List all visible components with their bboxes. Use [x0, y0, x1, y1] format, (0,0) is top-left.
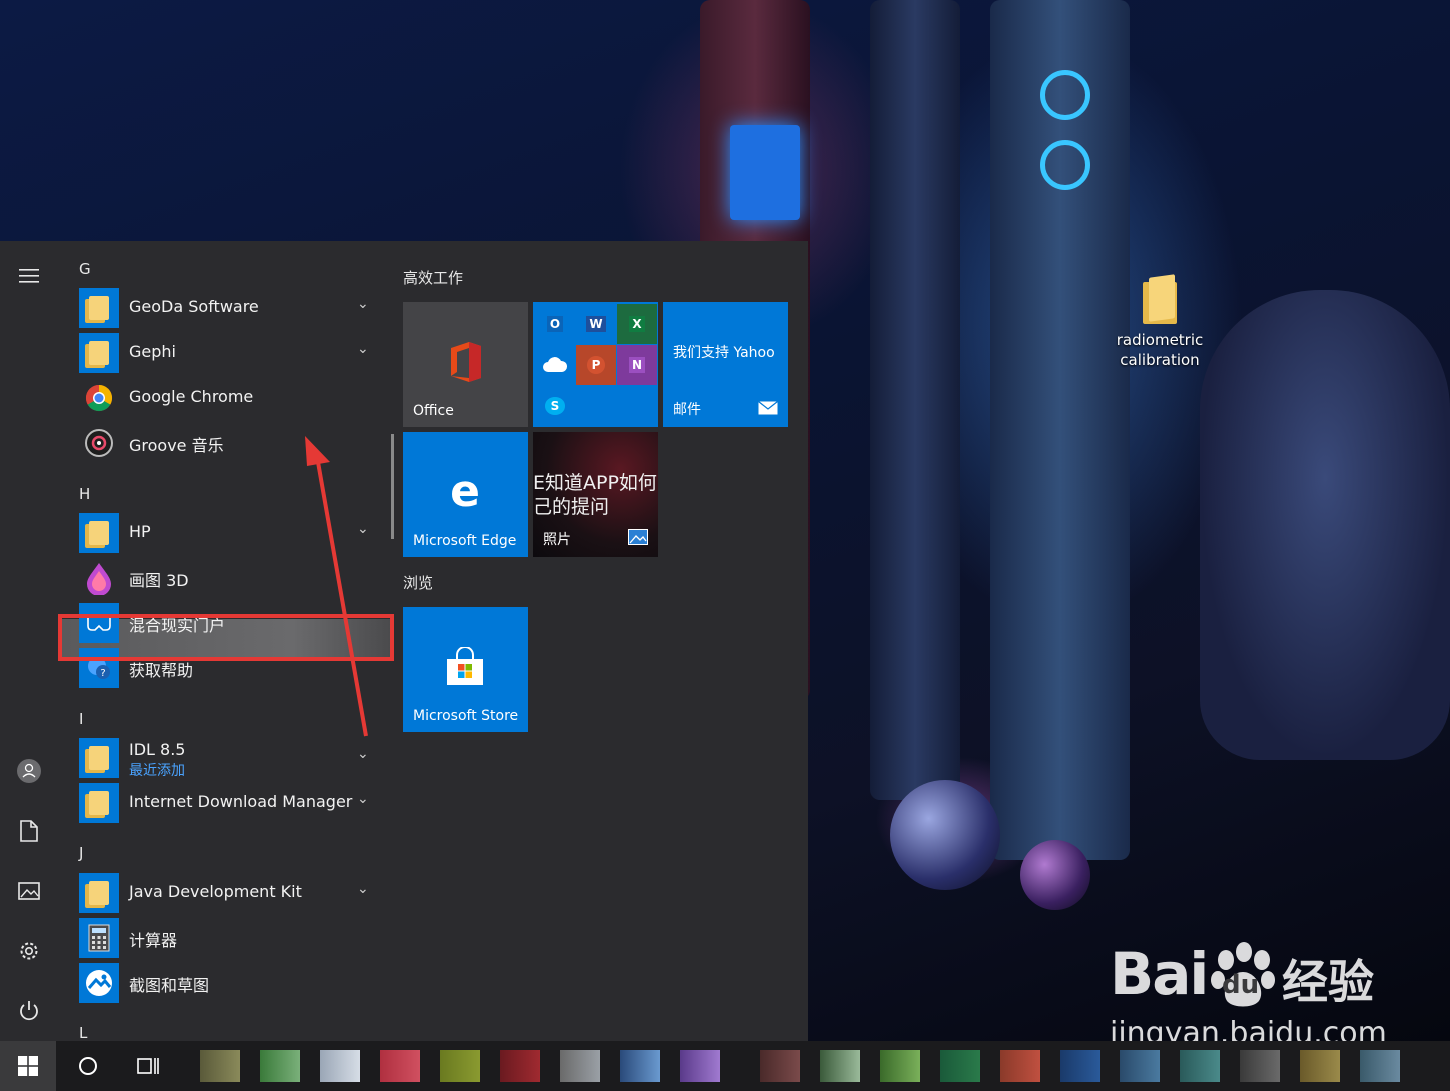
taskbar-app-pinned[interactable]	[820, 1050, 860, 1082]
taskbar-app-pinned[interactable]	[1240, 1050, 1280, 1082]
taskbar-app-pinned[interactable]	[320, 1050, 360, 1082]
taskbar-app-pinned[interactable]	[760, 1050, 800, 1082]
taskbar-app-pinned[interactable]	[620, 1050, 660, 1082]
taskbar-app-pinned[interactable]	[500, 1050, 540, 1082]
taskbar-app-pinned[interactable]	[880, 1050, 920, 1082]
annotation-arrow	[305, 436, 368, 737]
task-view-icon	[137, 1058, 159, 1074]
taskbar-app-pinned[interactable]	[1000, 1050, 1040, 1082]
taskbar-app-pinned[interactable]	[1300, 1050, 1340, 1082]
taskbar-app-pinned[interactable]	[940, 1050, 980, 1082]
watermark-brand: Bai	[1110, 940, 1209, 1008]
taskbar-app-pinned[interactable]	[440, 1050, 480, 1082]
taskbar-app-pinned[interactable]	[1180, 1050, 1220, 1082]
taskbar-app-pinned[interactable]	[1120, 1050, 1160, 1082]
taskbar-app-pinned[interactable]	[380, 1050, 420, 1082]
windows-logo-icon	[18, 1056, 38, 1076]
task-view-button[interactable]	[120, 1041, 176, 1091]
taskbar-app-pinned[interactable]	[560, 1050, 600, 1082]
taskbar-app-pinned[interactable]	[1360, 1050, 1400, 1082]
watermark-brand-du: du	[1222, 970, 1260, 1000]
taskbar-app-pinned[interactable]	[200, 1050, 240, 1082]
taskbar	[0, 1041, 1450, 1091]
taskbar-app-pinned[interactable]	[260, 1050, 300, 1082]
taskbar-app-pinned[interactable]	[680, 1050, 720, 1082]
search-button[interactable]	[60, 1041, 116, 1091]
taskbar-app-pinned[interactable]	[1060, 1050, 1100, 1082]
watermark-product: 经验	[1282, 955, 1374, 1009]
start-button[interactable]	[0, 1041, 56, 1091]
cortana-circle-icon	[79, 1057, 97, 1075]
